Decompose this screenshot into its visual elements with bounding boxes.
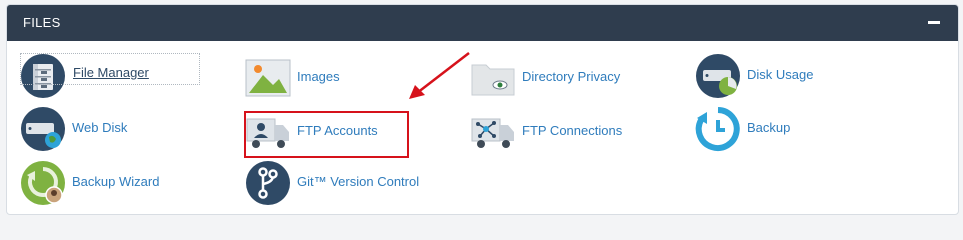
drive-globe-icon [21,107,65,151]
git-version-control-label: Git™ Version Control [297,174,420,189]
git-branch-icon [246,161,290,205]
file-manager-link[interactable]: File Manager [20,53,250,99]
drive-pie-icon [696,54,740,98]
backup-link[interactable]: Backup [695,106,845,152]
collapse-icon[interactable] [928,21,940,24]
landscape-image-icon [245,59,291,97]
circular-arrow-clock-icon [695,107,740,151]
ftp-connections-label: FTP Connections [522,123,623,138]
web-disk-link[interactable]: Web Disk [20,106,200,152]
backup-wizard-label: Backup Wizard [72,174,160,189]
red-arrow-icon [409,52,470,99]
directory-privacy-label: Directory Privacy [522,69,621,84]
panel-title: FILES [23,15,61,30]
file-manager-label: File Manager [20,53,200,85]
directory-privacy-link[interactable]: Directory Privacy [470,55,670,101]
disk-usage-label: Disk Usage [747,67,814,82]
truck-network-icon [471,118,514,148]
git-version-control-link[interactable]: Git™ Version Control [245,160,445,206]
ftp-connections-link[interactable]: FTP Connections [470,109,650,155]
highlight-box [244,111,409,158]
disk-usage-link[interactable]: Disk Usage [695,53,875,99]
files-panel: FILES File Manager Images Directory Priv… [6,4,959,215]
panel-header[interactable]: FILES [7,5,958,41]
backup-label: Backup [747,120,791,135]
web-disk-label: Web Disk [72,120,128,135]
images-label: Images [297,69,340,84]
backup-wizard-link[interactable]: Backup Wizard [20,160,200,206]
wizard-backup-icon [21,161,65,205]
